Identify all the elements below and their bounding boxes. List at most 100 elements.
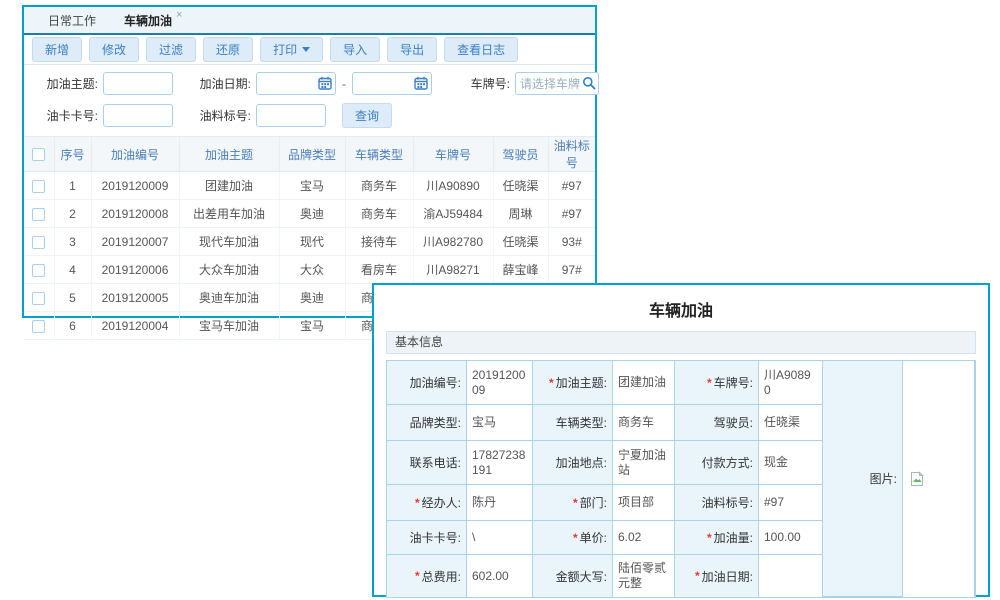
field-value-phone: 17827238191 bbox=[467, 441, 533, 485]
cell-seq: 4 bbox=[54, 256, 91, 284]
date-filter-label: 加油日期: bbox=[189, 75, 251, 92]
topic-link[interactable]: 大众车加油 bbox=[179, 256, 279, 284]
field-label-location: 加油地点: bbox=[533, 441, 613, 485]
plate-link[interactable]: 川A98271 bbox=[413, 256, 493, 284]
topic-link[interactable]: 宝马车加油 bbox=[179, 312, 279, 340]
grade-filter-input[interactable] bbox=[256, 104, 326, 127]
table-row[interactable]: 1 2019120009 团建加油 宝马 商务车 川A90890 任晓渠 #97 bbox=[24, 172, 595, 200]
topic-link[interactable]: 出差用车加油 bbox=[179, 200, 279, 228]
fuel-no-link[interactable]: 2019120005 bbox=[91, 284, 179, 312]
restore-button[interactable]: 还原 bbox=[203, 37, 253, 62]
picture-label: 图片: bbox=[823, 361, 903, 597]
field-value-total-cost: 602.00 bbox=[467, 555, 533, 597]
required-marker: * bbox=[695, 569, 700, 583]
field-value-payment: 现金 bbox=[759, 441, 823, 485]
table-row[interactable]: 4 2019120006 大众车加油 大众 看房车 川A98271 薛宝峰 97… bbox=[24, 256, 595, 284]
field-value-amount-words: 陆佰零贰元整 bbox=[613, 555, 675, 597]
cell-brand: 现代 bbox=[279, 228, 345, 256]
field-label-amount: *加油量: bbox=[675, 521, 759, 555]
print-button[interactable]: 打印 bbox=[260, 37, 323, 62]
field-label-vehicle-type: 车辆类型: bbox=[533, 405, 613, 441]
card-filter-input[interactable] bbox=[103, 104, 173, 127]
tab-vehicle-fueling[interactable]: 车辆加油 × bbox=[110, 7, 196, 33]
fuel-no-link[interactable]: 2019120007 bbox=[91, 228, 179, 256]
field-value-plate: 川A90890 bbox=[759, 361, 823, 405]
field-value-amount: 100.00 bbox=[759, 521, 823, 555]
close-icon[interactable]: × bbox=[176, 9, 182, 21]
edit-button[interactable]: 修改 bbox=[89, 37, 139, 62]
plate-link[interactable]: 川A90890 bbox=[413, 172, 493, 200]
field-label-amount-words: 金额大写: bbox=[533, 555, 613, 597]
view-log-button[interactable]: 查看日志 bbox=[444, 37, 518, 62]
table-row[interactable]: 3 2019120007 现代车加油 现代 接待车 川A982780 任晓渠 9… bbox=[24, 228, 595, 256]
plate-filter-label: 车牌号: bbox=[448, 75, 510, 92]
search-icon[interactable] bbox=[582, 76, 596, 90]
driver-link[interactable]: 任晓渠 bbox=[493, 172, 548, 200]
date-range-separator: - bbox=[342, 77, 346, 91]
row-checkbox[interactable] bbox=[32, 180, 45, 193]
field-label-brand: 品牌类型: bbox=[387, 405, 467, 441]
col-plate: 车牌号 bbox=[413, 137, 493, 172]
required-marker: * bbox=[549, 376, 554, 390]
topic-filter-input[interactable] bbox=[103, 72, 173, 95]
field-value-fuel-date bbox=[759, 555, 823, 597]
table-header-row: 序号 加油编号 加油主题 品牌类型 车辆类型 车牌号 驾驶员 油料标号 bbox=[24, 137, 595, 172]
driver-link[interactable]: 任晓渠 bbox=[493, 228, 548, 256]
toolbar: 新增 修改 过滤 还原 打印 导入 导出 查看日志 bbox=[24, 35, 595, 65]
row-checkbox[interactable] bbox=[32, 320, 45, 333]
fuel-no-link[interactable]: 2019120004 bbox=[91, 312, 179, 340]
field-value-unit-price: 6.02 bbox=[613, 521, 675, 555]
col-topic: 加油主题 bbox=[179, 137, 279, 172]
field-label-unit-price: *单价: bbox=[533, 521, 613, 555]
section-header-basic-info: 基本信息 bbox=[386, 331, 976, 354]
date-to-input[interactable] bbox=[352, 72, 432, 95]
query-button[interactable]: 查询 bbox=[342, 103, 392, 128]
field-label-fuel-no: 加油编号: bbox=[387, 361, 467, 405]
col-grade: 油料标号 bbox=[548, 137, 595, 172]
topic-link[interactable]: 团建加油 bbox=[179, 172, 279, 200]
row-checkbox[interactable] bbox=[32, 208, 45, 221]
cell-vehicle-type: 商务车 bbox=[345, 200, 413, 228]
driver-link[interactable]: 薛宝峰 bbox=[493, 256, 548, 284]
field-label-plate: *车牌号: bbox=[675, 361, 759, 405]
field-label-total-cost: *总费用: bbox=[387, 555, 467, 597]
fuel-no-link[interactable]: 2019120006 bbox=[91, 256, 179, 284]
topic-link[interactable]: 奥迪车加油 bbox=[179, 284, 279, 312]
plate-link[interactable]: 渝AJ59484 bbox=[413, 200, 493, 228]
tab-label: 日常工作 bbox=[48, 12, 96, 29]
cell-seq: 2 bbox=[54, 200, 91, 228]
col-seq: 序号 bbox=[54, 137, 91, 172]
detail-form: 图片: 加油编号: 2019120009 *加油主题: 团建加油 *车牌号: 川… bbox=[386, 360, 976, 598]
select-all-checkbox[interactable] bbox=[32, 148, 45, 161]
row-checkbox[interactable] bbox=[32, 292, 45, 305]
driver-link[interactable]: 周琳 bbox=[493, 200, 548, 228]
detail-title: 车辆加油 bbox=[374, 285, 988, 331]
plate-link[interactable]: 川A982780 bbox=[413, 228, 493, 256]
add-button[interactable]: 新增 bbox=[32, 37, 82, 62]
picture-cell[interactable] bbox=[903, 361, 975, 597]
field-label-department: *部门: bbox=[533, 485, 613, 521]
date-from-input[interactable] bbox=[256, 72, 336, 95]
cell-grade: #97 bbox=[548, 172, 595, 200]
cell-brand: 奥迪 bbox=[279, 200, 345, 228]
col-driver: 驾驶员 bbox=[493, 137, 548, 172]
tab-strip: 日常工作 车辆加油 × bbox=[24, 7, 595, 35]
tab-daily-work[interactable]: 日常工作 bbox=[34, 7, 110, 33]
row-checkbox[interactable] bbox=[32, 264, 45, 277]
filter-button[interactable]: 过滤 bbox=[146, 37, 196, 62]
table-row[interactable]: 2 2019120008 出差用车加油 奥迪 商务车 渝AJ59484 周琳 #… bbox=[24, 200, 595, 228]
topic-link[interactable]: 现代车加油 bbox=[179, 228, 279, 256]
fueling-detail-panel: 车辆加油 基本信息 图片: 加油编号: 2019120009 *加油主题: 团建… bbox=[372, 283, 990, 597]
cell-grade: 97# bbox=[548, 256, 595, 284]
required-marker: * bbox=[573, 496, 578, 510]
row-checkbox[interactable] bbox=[32, 236, 45, 249]
col-brand: 品牌类型 bbox=[279, 137, 345, 172]
cell-brand: 宝马 bbox=[279, 312, 345, 340]
broken-image-icon bbox=[909, 471, 925, 487]
field-value-location: 宁夏加油站 bbox=[613, 441, 675, 485]
fuel-no-link[interactable]: 2019120008 bbox=[91, 200, 179, 228]
export-button[interactable]: 导出 bbox=[387, 37, 437, 62]
required-marker: * bbox=[573, 531, 578, 545]
import-button[interactable]: 导入 bbox=[330, 37, 380, 62]
fuel-no-link[interactable]: 2019120009 bbox=[91, 172, 179, 200]
